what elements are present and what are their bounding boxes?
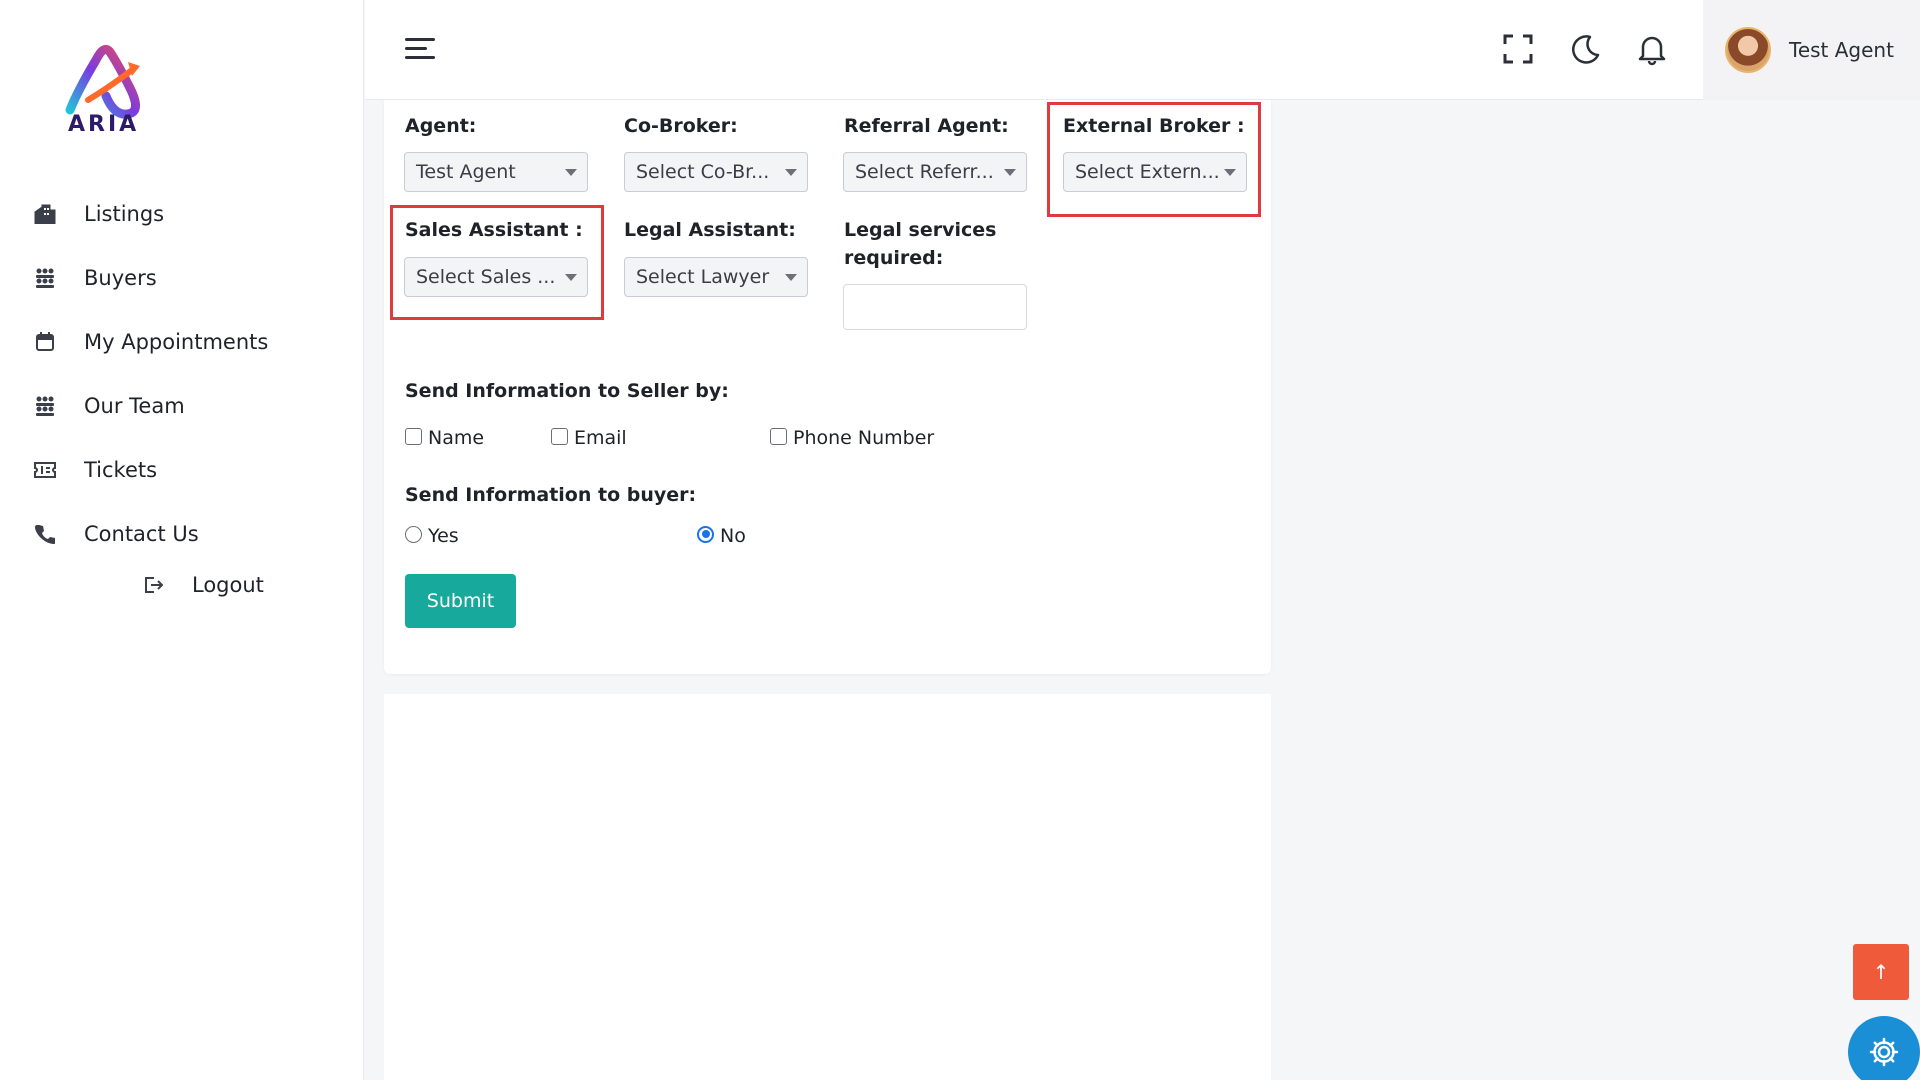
- buyer-no-radio[interactable]: No: [697, 525, 746, 547]
- sidebar-item-listings[interactable]: Listings: [0, 182, 364, 246]
- chevron-down-icon: [785, 169, 797, 176]
- radio-circle-selected[interactable]: [697, 525, 714, 543]
- legal-services-label-line2: required:: [844, 247, 944, 269]
- phone-icon: [32, 521, 58, 547]
- sales-assistant-label: Sales Assistant :: [405, 219, 583, 241]
- gear-icon: [1869, 1037, 1899, 1067]
- arrow-up-icon: ↑: [1872, 960, 1890, 984]
- submit-button[interactable]: Submit: [405, 574, 516, 628]
- buildings-icon: [32, 201, 58, 227]
- sales-assistant-select[interactable]: Select Sales ...: [404, 257, 588, 297]
- referral-agent-label: Referral Agent:: [844, 115, 1009, 137]
- sidebar-item-label: Buyers: [84, 266, 157, 290]
- checkbox-box[interactable]: [405, 427, 422, 445]
- external-broker-select[interactable]: Select Extern...: [1063, 152, 1247, 192]
- sidebar-item-contact-us[interactable]: Contact Us: [0, 502, 364, 566]
- legal-assistant-select[interactable]: Select Lawyer: [624, 257, 808, 297]
- sidebar-item-label: My Appointments: [84, 330, 269, 354]
- external-broker-select-value: Select Extern...: [1075, 161, 1220, 183]
- external-broker-label: External Broker :: [1063, 115, 1245, 137]
- bell-icon[interactable]: [1635, 32, 1669, 66]
- chevron-down-icon: [565, 169, 577, 176]
- user-menu[interactable]: Test Agent: [1703, 0, 1920, 100]
- checkbox-label: Name: [428, 427, 485, 449]
- team-icon: [32, 265, 58, 291]
- legal-services-input[interactable]: [843, 284, 1027, 330]
- sidebar-item-buyers[interactable]: Buyers: [0, 246, 364, 310]
- referral-agent-select-value: Select Referr...: [855, 161, 994, 183]
- sidebar-item-label: Tickets: [84, 458, 158, 482]
- chevron-down-icon: [1004, 169, 1016, 176]
- logout-button[interactable]: Logout: [140, 572, 264, 598]
- top-header: Test Agent: [365, 0, 1920, 100]
- chevron-down-icon: [565, 274, 577, 281]
- buyer-yes-radio[interactable]: Yes: [405, 525, 459, 547]
- user-name: Test Agent: [1789, 38, 1894, 62]
- co-broker-label: Co-Broker:: [624, 115, 738, 137]
- avatar: [1725, 27, 1771, 73]
- buyer-info-title: Send Information to buyer:: [405, 484, 697, 506]
- chevron-down-icon: [1224, 169, 1236, 176]
- seller-info-title: Send Information to Seller by:: [405, 380, 729, 402]
- settings-button[interactable]: [1848, 1016, 1920, 1080]
- legal-assistant-label: Legal Assistant:: [624, 219, 796, 241]
- team-icon: [32, 393, 58, 419]
- legal-assistant-select-value: Select Lawyer: [636, 266, 770, 288]
- co-broker-select-value: Select Co-Br...: [636, 161, 770, 183]
- radio-label: Yes: [428, 525, 459, 547]
- agent-select[interactable]: Test Agent: [404, 152, 588, 192]
- checkbox-box[interactable]: [551, 427, 568, 445]
- agent-label: Agent:: [405, 115, 477, 137]
- logout-icon: [140, 572, 166, 598]
- seller-phone-checkbox[interactable]: Phone Number: [770, 427, 934, 449]
- scroll-to-top-button[interactable]: ↑: [1853, 944, 1909, 1000]
- menu-icon[interactable]: [405, 36, 437, 62]
- sidebar-nav: Listings Buyers My Appointments Our Team…: [0, 182, 364, 566]
- chevron-down-icon: [785, 274, 797, 281]
- checkbox-label: Email: [574, 427, 627, 449]
- legal-services-label-line1: Legal services: [844, 219, 997, 241]
- sidebar-item-label: Our Team: [84, 394, 185, 418]
- sidebar-item-label: Contact Us: [84, 522, 199, 546]
- sales-assistant-select-value: Select Sales ...: [416, 266, 556, 288]
- fullscreen-icon[interactable]: [1501, 32, 1535, 66]
- radio-label: No: [720, 525, 746, 547]
- sidebar-item-my-appointments[interactable]: My Appointments: [0, 310, 364, 374]
- sidebar: ARIA Listings Buyers My Appointments Our…: [0, 0, 364, 1080]
- seller-email-checkbox[interactable]: Email: [551, 427, 627, 449]
- sidebar-item-label: Listings: [84, 202, 165, 226]
- content-area: [384, 694, 1271, 1080]
- moon-icon[interactable]: [1568, 32, 1602, 66]
- radio-circle[interactable]: [405, 525, 422, 543]
- agent-select-value: Test Agent: [416, 161, 516, 183]
- checkbox-label: Phone Number: [793, 427, 935, 449]
- referral-agent-select[interactable]: Select Referr...: [843, 152, 1027, 192]
- checkbox-box[interactable]: [770, 427, 787, 445]
- logo-text: ARIA: [68, 112, 140, 137]
- logout-label: Logout: [192, 573, 264, 597]
- seller-name-checkbox[interactable]: Name: [405, 427, 484, 449]
- co-broker-select[interactable]: Select Co-Br...: [624, 152, 808, 192]
- sidebar-item-our-team[interactable]: Our Team: [0, 374, 364, 438]
- sidebar-item-tickets[interactable]: Tickets: [0, 438, 364, 502]
- calendar-icon: [32, 329, 58, 355]
- ticket-icon: [32, 457, 58, 483]
